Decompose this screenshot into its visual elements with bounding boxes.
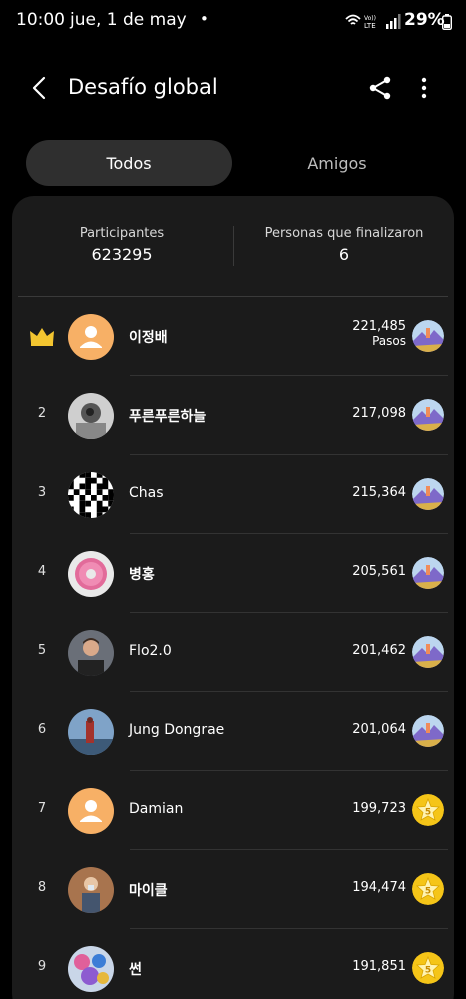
landscape-badge-icon[interactable]	[412, 715, 444, 747]
status-time: 10:00	[16, 10, 65, 30]
rank-number: 2	[37, 406, 47, 421]
volte-lte-icon: Vo))	[364, 15, 376, 22]
participant-name: 병홍	[129, 567, 155, 583]
rank-number: 5	[37, 643, 47, 658]
leaderboard-row[interactable]: 9 썬 191,851 5	[12, 929, 454, 999]
svg-text:5: 5	[425, 966, 431, 976]
battery-icon	[442, 14, 452, 30]
star-badge-icon[interactable]: 5	[412, 873, 444, 905]
tab-bar: Todos Amigos	[26, 140, 440, 186]
finished-label: Personas que finalizaron	[264, 226, 424, 241]
landscape-badge-icon[interactable]	[412, 636, 444, 668]
star-badge-icon[interactable]: 5	[412, 794, 444, 826]
participant-name: Jung Dongrae	[129, 722, 225, 738]
leaderboard-row[interactable]: 2 푸른푸른하늘 217,098	[12, 376, 454, 455]
step-count: 205,561	[352, 564, 406, 579]
avatar[interactable]	[68, 551, 114, 597]
participant-name: Damian	[129, 801, 184, 817]
step-count: 217,098	[352, 406, 406, 421]
status-date: jue, 1 de may	[70, 10, 187, 30]
landscape-badge-icon[interactable]	[412, 399, 444, 431]
wifi-icon	[345, 14, 361, 25]
step-count: 194,474	[352, 880, 406, 895]
leaderboard-row[interactable]: 7 Damian 199,723 5	[12, 771, 454, 850]
app-bar: Desafío global	[0, 60, 466, 116]
leaderboard-row[interactable]: 6 Jung Dongrae 201,064	[12, 692, 454, 771]
landscape-badge-icon[interactable]	[412, 557, 444, 589]
avatar[interactable]	[68, 946, 114, 992]
finished-stat: Personas que finalizaron 6	[234, 226, 454, 264]
participants-label: Participantes	[79, 226, 165, 241]
status-bar: 10:00 jue, 1 de may • Vo)) LTE 29%	[0, 0, 466, 40]
participant-name: Flo2.0	[129, 643, 172, 659]
avatar[interactable]	[68, 788, 114, 834]
participant-name: 썬	[129, 962, 142, 978]
status-signal-icons: Vo)) LTE	[345, 14, 401, 30]
participant-name: 마이클	[129, 883, 168, 899]
step-count: 201,064	[352, 722, 406, 737]
leaderboard-row[interactable]: 8 마이클 194,474 5	[12, 850, 454, 929]
avatar[interactable]	[68, 393, 114, 439]
page-title: Desafío global	[68, 75, 218, 99]
step-count: 191,851	[352, 959, 406, 974]
leaderboard-row[interactable]: 3 Chas 215,364	[12, 455, 454, 534]
rank-number: 6	[37, 722, 47, 737]
share-icon[interactable]	[366, 74, 394, 102]
rank-number: 9	[37, 959, 47, 974]
leaderboard-row[interactable]: 이정배 221,485 Pasos	[12, 297, 454, 376]
participants-stat: Participantes 623295	[12, 226, 232, 264]
star-badge-icon[interactable]: 5	[412, 952, 444, 984]
svg-text:5: 5	[425, 808, 431, 818]
avatar[interactable]	[68, 867, 114, 913]
participants-value: 623295	[91, 245, 153, 264]
svg-text:5: 5	[425, 887, 431, 897]
leaderboard-card: Participantes 623295 Personas que finali…	[12, 196, 454, 999]
more-vert-icon[interactable]	[412, 74, 436, 102]
avatar[interactable]	[68, 314, 114, 360]
landscape-badge-icon[interactable]	[412, 478, 444, 510]
leaderboard-row[interactable]: 4 병홍 205,561	[12, 534, 454, 613]
step-count: 215,364	[352, 485, 406, 500]
avatar[interactable]	[68, 709, 114, 755]
step-count: 201,462	[352, 643, 406, 658]
leaderboard-row[interactable]: 5 Flo2.0 201,462	[12, 613, 454, 692]
svg-text:LTE: LTE	[364, 22, 376, 30]
avatar[interactable]	[68, 630, 114, 676]
battery-percent: 29%	[404, 10, 445, 30]
participant-name: 푸른푸른하늘	[129, 409, 207, 425]
step-unit: Pasos	[372, 334, 406, 348]
crown-icon	[30, 328, 54, 346]
rank-number: 8	[37, 880, 47, 895]
tab-todos[interactable]: Todos	[26, 140, 232, 186]
rank-number: 3	[37, 485, 47, 500]
signal-icon	[386, 14, 401, 29]
rank-number: 7	[37, 801, 47, 816]
step-count: 221,485	[352, 319, 406, 334]
step-count: 199,723	[352, 801, 406, 816]
avatar[interactable]	[68, 472, 114, 518]
landscape-badge-icon[interactable]	[412, 320, 444, 352]
tab-amigos[interactable]: Amigos	[234, 140, 440, 186]
finished-value: 6	[338, 245, 350, 264]
challenge-stats: Participantes 623295 Personas que finali…	[12, 196, 454, 296]
status-notification-dot: •	[200, 10, 209, 28]
participant-name: 이정배	[129, 330, 168, 346]
back-arrow-icon[interactable]	[26, 74, 54, 102]
participant-name: Chas	[129, 485, 164, 501]
rank-number: 4	[37, 564, 47, 579]
